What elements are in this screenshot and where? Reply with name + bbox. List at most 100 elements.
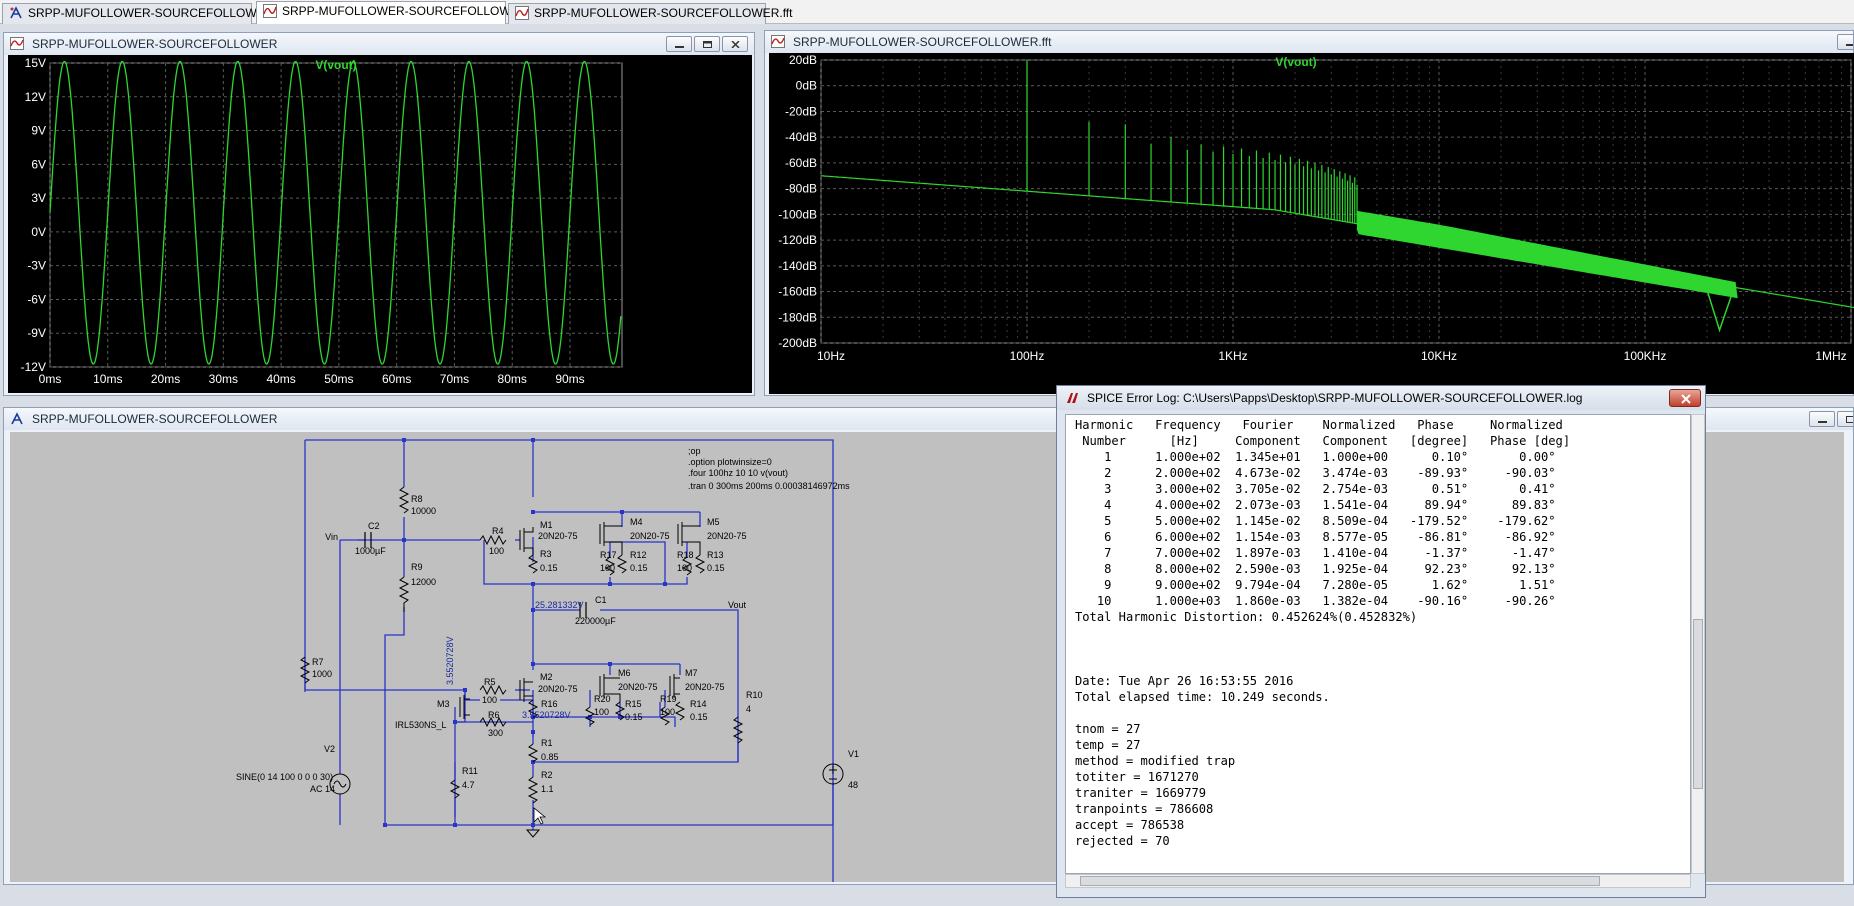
directive-tran[interactable]: .tran 0 300ms 200ms 0.00038146972ms (688, 481, 850, 491)
net-label-vin[interactable]: Vin (325, 532, 338, 542)
log-titlebar[interactable]: SPICE Error Log: C:\Users\Papps\Desktop\… (1057, 386, 1705, 410)
m6-label: M6 (618, 668, 631, 678)
minimize-button[interactable] (1837, 34, 1853, 50)
waveform-icon (515, 6, 529, 20)
schematic-icon (11, 412, 23, 425)
trace-label[interactable]: V(vout) (315, 58, 356, 72)
r12-label: R12 (630, 550, 647, 560)
r5-label: R5 (484, 677, 496, 687)
close-icon (731, 41, 740, 48)
r4-value: 100 (489, 546, 504, 556)
r18-label: R18 (677, 550, 694, 560)
y-tick-label: -20dB (785, 104, 817, 118)
scrollbar-thumb[interactable] (1080, 876, 1600, 886)
x-tick-label: 20ms (151, 372, 180, 386)
ltspice-logo-icon (1067, 393, 1078, 403)
window-titlebar[interactable]: SRPP-MUFOLLOWER-SOURCEFOLLOWER.fft (765, 31, 1853, 53)
c2-value: 1000µF (355, 546, 386, 556)
y-tick-label: -100dB (778, 207, 817, 221)
y-tick-label: -80dB (785, 182, 817, 196)
fft-plot-window[interactable]: SRPP-MUFOLLOWER-SOURCEFOLLOWER.fft 20dB 0… (764, 30, 1854, 396)
r14-value: 0.15 (690, 712, 708, 722)
minimize-icon (675, 46, 684, 48)
trace-label[interactable]: V(vout) (1275, 55, 1316, 69)
plot-frame (820, 59, 1852, 344)
transient-plot-window[interactable]: SRPP-MUFOLLOWER-SOURCEFOLLOWER 15V 12V 9V 6… (3, 32, 755, 396)
y-tick-label: -9V (27, 326, 46, 340)
log-text-area[interactable]: Harmonic Frequency Fourier Normalized Ph… (1065, 414, 1691, 874)
v1-value: 48 (848, 780, 858, 790)
r20-label: R20 (594, 694, 611, 704)
resistor-symbols (299, 486, 744, 804)
transient-plot-pane[interactable]: 15V 12V 9V 6V 3V 0V -3V -6V -9V -12V 0ms 10ms 20ms 30… (8, 55, 752, 393)
log-line: 6 6.000e+02 1.154e-03 8.577e-05 -86.81° … (1075, 530, 1556, 544)
m6-value: 20N20-75 (618, 682, 658, 692)
log-line: Total elapsed time: 10.249 seconds. (1075, 690, 1330, 704)
y-tick-label: 9V (31, 124, 46, 138)
y-tick-label: -160dB (778, 285, 817, 299)
tab-schematic[interactable]: SRPP-MUFOLLOWER-SOURCEFOLLOWER (2, 3, 273, 24)
wires (304, 439, 834, 898)
x-tick-label: 100KHz (1624, 349, 1667, 363)
m1-value: 20N20-75 (538, 531, 578, 541)
directive-four[interactable]: .four 100hz 10 10 v(vout) (688, 468, 788, 478)
log-line: method = modified trap (1075, 754, 1236, 768)
restore-button[interactable] (694, 36, 720, 52)
log-line: 7 7.000e+02 1.897e-03 1.410e-04 -1.37° -… (1075, 546, 1556, 560)
net-label-vout[interactable]: Vout (728, 600, 747, 610)
window-title: SRPP-MUFOLLOWER-SOURCEFOLLOWER (32, 37, 278, 51)
y-tick-label: -60dB (785, 156, 817, 170)
tab-waveform[interactable]: SRPP-MUFOLLOWER-SOURCEFOLLOWER (256, 1, 527, 24)
r10-value: 4 (746, 704, 751, 714)
x-tick-label: 90ms (555, 372, 584, 386)
log-line: Date: Tue Apr 26 16:53:55 2016 (1075, 674, 1294, 688)
waveform-icon (10, 37, 24, 50)
v1-label: V1 (848, 749, 859, 759)
transient-chart[interactable]: 15V12V9V6V3V0V-3V-6V-9V-12V0ms 10ms 20ms 30… (8, 55, 752, 393)
minimize-icon (1818, 421, 1827, 423)
log-line: 2 2.000e+02 4.673e-02 3.474e-03 -89.93° … (1075, 466, 1556, 480)
r11-label: R11 (462, 766, 478, 776)
series-line[interactable] (49, 60, 622, 365)
waveform-icon (263, 4, 277, 18)
window-titlebar[interactable]: SRPP-MUFOLLOWER-SOURCEFOLLOWER (4, 33, 754, 55)
r8-label: R8 (411, 494, 423, 504)
close-button[interactable] (722, 36, 748, 52)
y-tick-label: 0dB (796, 79, 817, 93)
fft-chart[interactable]: 20dB 0dB -20dB -40dB -60dB -80dB -100dB -120dB -… (769, 53, 1854, 394)
close-button[interactable] (1669, 389, 1701, 407)
tab-fft[interactable]: SRPP-MUFOLLOWER-SOURCEFOLLOWER.fft (508, 3, 792, 24)
directive-op[interactable]: ;op (688, 446, 701, 456)
minimize-button[interactable] (1809, 411, 1835, 427)
log-line: temp = 27 (1075, 738, 1141, 752)
restore-button[interactable] (1837, 411, 1853, 427)
r5-value: 100 (482, 695, 497, 705)
r17-value: 100 (600, 563, 615, 573)
y-tick-label: 0V (31, 225, 46, 239)
spice-log-window[interactable]: SPICE Error Log: C:\Users\Papps\Desktop\… (1056, 385, 1706, 898)
tab-label: SRPP-MUFOLLOWER-SOURCEFOLLOWER (282, 4, 528, 18)
x-tick-label: 1KHz (1218, 349, 1247, 363)
fft-plot-pane[interactable]: 20dB 0dB -20dB -40dB -60dB -80dB -100dB -120dB -… (769, 53, 1854, 394)
r19-value: 100 (660, 707, 675, 717)
directive-option[interactable]: .option plotwinsize=0 (688, 457, 772, 467)
minimize-button[interactable] (666, 36, 692, 52)
tab-label: SRPP-MUFOLLOWER-SOURCEFOLLOWER.fft (534, 6, 793, 20)
m1-label: M1 (540, 520, 553, 530)
scrollbar-thumb[interactable] (1693, 619, 1703, 789)
log-line: 1 1.000e+02 1.345e+01 1.000e+00 0.10° 0.… (1075, 450, 1556, 464)
waveform-icon (771, 35, 785, 48)
x-tick-label: 0ms (39, 372, 62, 386)
r6-label: R6 (488, 710, 500, 720)
x-tick-label: 10Hz (817, 349, 845, 363)
log-line: 8 8.000e+02 2.590e-03 1.925e-04 92.23° 9… (1075, 562, 1556, 576)
y-tick-label: 12V (25, 90, 46, 104)
y-tick-label: -180dB (778, 310, 817, 324)
log-line: Total Harmonic Distortion: 0.452624%(0.4… (1075, 610, 1418, 624)
document-tab-bar: SRPP-MUFOLLOWER-SOURCEFOLLOWER SRPP-MUFO… (0, 0, 1854, 24)
x-tick-label: 80ms (498, 372, 527, 386)
restore-icon (1846, 416, 1853, 423)
horizontal-scrollbar[interactable] (1065, 874, 1691, 888)
vertical-scrollbar[interactable] (1691, 414, 1705, 874)
